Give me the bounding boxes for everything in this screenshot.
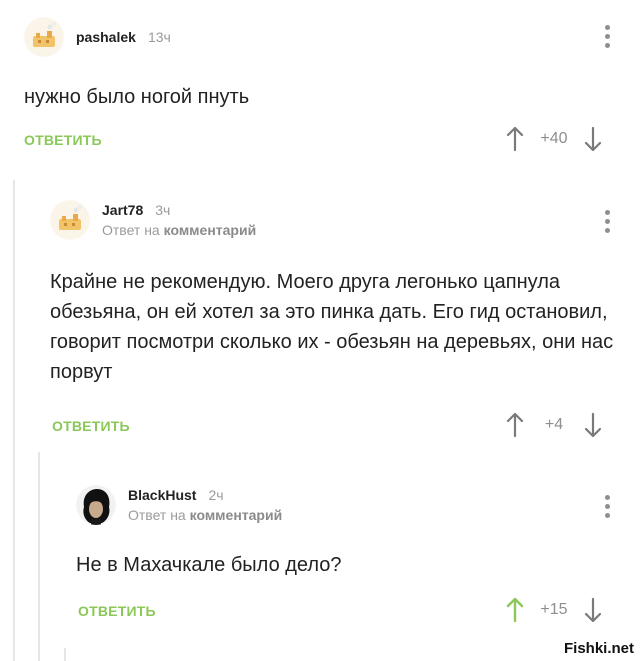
vote-controls: +40: [505, 126, 603, 152]
comment-text: Не в Махачкале было дело?: [76, 554, 342, 576]
reply-to-note: Ответ на комментарий: [102, 222, 256, 238]
author-name[interactable]: Jart78: [102, 202, 143, 218]
reply-to-prefix: Ответ на: [102, 222, 160, 238]
upvote-arrow-icon[interactable]: [505, 126, 525, 152]
reply-to-link[interactable]: комментарий: [190, 507, 283, 523]
author-name[interactable]: pashalek: [76, 29, 136, 45]
comment-time: 2ч: [208, 487, 224, 503]
vote-score: +40: [540, 130, 568, 147]
reply-to-prefix: Ответ на: [128, 507, 186, 523]
reply-button[interactable]: ОТВЕТИТЬ: [24, 132, 102, 148]
more-options-icon[interactable]: [605, 25, 611, 48]
comment-header: BlackHust 2ч Ответ на комментарий: [76, 485, 282, 525]
reply-to-note: Ответ на комментарий: [128, 507, 282, 523]
downvote-arrow-icon[interactable]: [583, 597, 603, 623]
thread-line-level-3: [64, 648, 66, 661]
avatar[interactable]: [50, 200, 90, 240]
more-options-icon[interactable]: [605, 210, 611, 233]
comment-text: нужно было ногой пнуть: [24, 86, 250, 108]
thread-line-level-2: [38, 452, 40, 661]
watermark: Fishki.net: [563, 640, 634, 657]
avatar[interactable]: [76, 485, 116, 525]
vote-controls: +4: [505, 412, 603, 438]
downvote-arrow-icon[interactable]: [583, 126, 603, 152]
vote-controls: +15: [505, 597, 603, 623]
upvote-arrow-icon[interactable]: [505, 412, 525, 438]
vote-score: +15: [540, 601, 568, 618]
downvote-arrow-icon[interactable]: [583, 412, 603, 438]
more-options-icon[interactable]: [605, 495, 611, 518]
reply-to-link[interactable]: комментарий: [164, 222, 257, 238]
comment-header: Jart78 3ч Ответ на комментарий: [50, 200, 256, 240]
upvote-arrow-icon-active[interactable]: [505, 597, 525, 623]
vote-score: +4: [544, 416, 564, 433]
thread-line-level-1: [13, 180, 15, 661]
reply-button[interactable]: ОТВЕТИТЬ: [52, 418, 130, 434]
comment-time: 13ч: [147, 29, 171, 45]
comment-text: Крайне не рекомендую. Моего друга легонь…: [50, 271, 614, 383]
avatar[interactable]: [24, 17, 64, 57]
author-name[interactable]: BlackHust: [128, 487, 196, 503]
comment-header: pashalek 13ч: [24, 17, 171, 57]
comment-time: 3ч: [155, 202, 171, 218]
reply-button[interactable]: ОТВЕТИТЬ: [78, 603, 156, 619]
